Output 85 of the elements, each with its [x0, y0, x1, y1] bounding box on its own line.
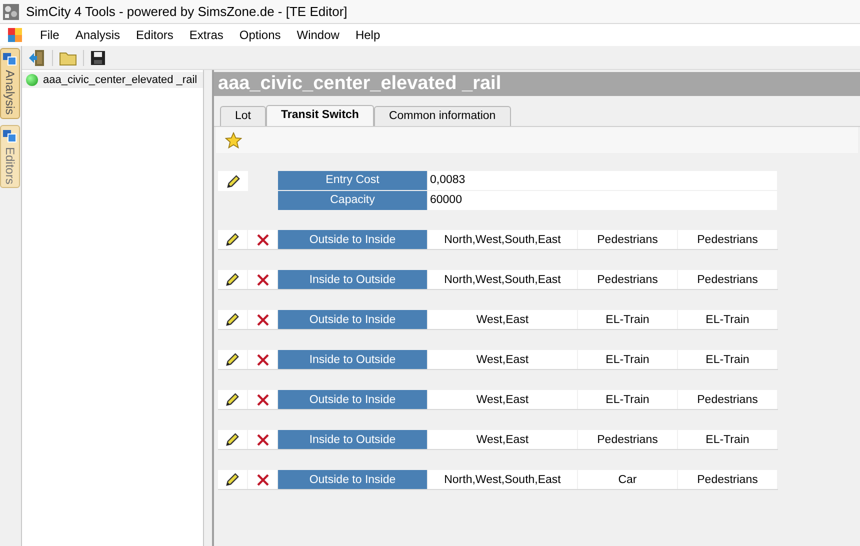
- table-cell: EL-Train: [678, 430, 777, 449]
- delete-button[interactable]: [248, 310, 277, 329]
- edit-button[interactable]: [218, 430, 247, 449]
- tree-item[interactable]: aaa_civic_center_elevated _rail: [22, 72, 203, 88]
- windows-icon: [3, 128, 17, 143]
- table-cell: West,East: [428, 430, 577, 449]
- table-cell: Pedestrians: [578, 430, 677, 449]
- edit-button[interactable]: [218, 230, 247, 249]
- edit-button[interactable]: [218, 350, 247, 369]
- menu-item[interactable]: Extras: [181, 26, 232, 44]
- side-tab[interactable]: Analysis: [0, 48, 20, 119]
- pencil-icon: [225, 472, 240, 487]
- direction-cell: Inside to Outside: [278, 430, 427, 449]
- editor-title: aaa_civic_center_elevated _rail: [214, 72, 860, 96]
- pencil-icon: [225, 392, 240, 407]
- pencil-icon: [225, 232, 240, 247]
- table-cell: Pedestrians: [678, 390, 777, 409]
- delete-icon: [256, 232, 270, 246]
- menu-item[interactable]: File: [32, 26, 68, 44]
- delete-icon: [256, 272, 270, 286]
- pencil-icon: [225, 312, 240, 327]
- delete-icon: [256, 312, 270, 326]
- direction-cell: Outside to Inside: [278, 230, 427, 249]
- tab[interactable]: Lot: [220, 106, 266, 126]
- menu-item[interactable]: Analysis: [67, 26, 128, 44]
- table-cell: EL-Train: [578, 350, 677, 369]
- table-cell: North,West,South,East: [428, 230, 577, 249]
- app-icon: [3, 4, 19, 20]
- direction-cell: Outside to Inside: [278, 310, 427, 329]
- direction-cell: Outside to Inside: [278, 470, 427, 489]
- table-cell: Pedestrians: [678, 470, 777, 489]
- pencil-icon: [225, 352, 240, 367]
- delete-button[interactable]: [248, 470, 277, 489]
- tab[interactable]: Transit Switch: [266, 105, 374, 126]
- pencil-icon: [225, 432, 240, 447]
- delete-button[interactable]: [248, 270, 277, 289]
- tab[interactable]: Common information: [374, 106, 511, 126]
- table-cell: Car: [578, 470, 677, 489]
- table-cell: Pedestrians: [678, 270, 777, 289]
- delete-icon: [256, 392, 270, 406]
- table-cell: West,East: [428, 350, 577, 369]
- folder-icon[interactable]: [59, 50, 77, 66]
- table-cell: Pedestrians: [578, 230, 677, 249]
- windows-icon: [3, 52, 17, 66]
- delete-button[interactable]: [248, 350, 277, 369]
- menu-item[interactable]: Editors: [128, 26, 182, 44]
- direction-cell: Outside to Inside: [278, 390, 427, 409]
- delete-icon: [256, 472, 270, 486]
- property-value: 60000: [428, 191, 777, 210]
- table-cell: West,East: [428, 390, 577, 409]
- delete-icon: [256, 432, 270, 446]
- edit-button[interactable]: [218, 171, 248, 191]
- table-cell: EL-Train: [578, 310, 677, 329]
- edit-button[interactable]: [218, 310, 247, 329]
- edit-button[interactable]: [218, 270, 247, 289]
- save-icon[interactable]: [90, 50, 106, 66]
- property-label: Entry Cost: [278, 171, 427, 190]
- table-cell: EL-Train: [578, 390, 677, 409]
- table-cell: West,East: [428, 310, 577, 329]
- delete-button[interactable]: [248, 430, 277, 449]
- table-cell: Pedestrians: [578, 270, 677, 289]
- table-cell: North,West,South,East: [428, 270, 577, 289]
- property-value: 0,0083: [428, 171, 777, 190]
- table-cell: North,West,South,East: [428, 470, 577, 489]
- table-cell: Pedestrians: [678, 230, 777, 249]
- pencil-icon: [225, 272, 240, 287]
- delete-icon: [256, 352, 270, 366]
- direction-cell: Inside to Outside: [278, 270, 427, 289]
- table-cell: EL-Train: [678, 350, 777, 369]
- property-label: Capacity: [278, 191, 427, 210]
- side-tab[interactable]: Editors: [0, 124, 20, 188]
- edit-button[interactable]: [218, 470, 247, 489]
- table-cell: EL-Train: [678, 310, 777, 329]
- delete-button[interactable]: [248, 230, 277, 249]
- pencil-icon: [226, 174, 240, 188]
- menu-item[interactable]: Help: [347, 26, 388, 44]
- delete-button[interactable]: [248, 390, 277, 409]
- direction-cell: Inside to Outside: [278, 350, 427, 369]
- star-icon[interactable]: [225, 132, 242, 148]
- menu-item[interactable]: Window: [288, 26, 348, 44]
- exit-door-icon[interactable]: [28, 48, 46, 66]
- mdi-window-icon[interactable]: [8, 28, 22, 42]
- window-title: SimCity 4 Tools - powered by SimsZone.de - [TE Editor]: [26, 2, 348, 21]
- edit-button[interactable]: [218, 390, 247, 409]
- menu-item[interactable]: Options: [231, 26, 289, 44]
